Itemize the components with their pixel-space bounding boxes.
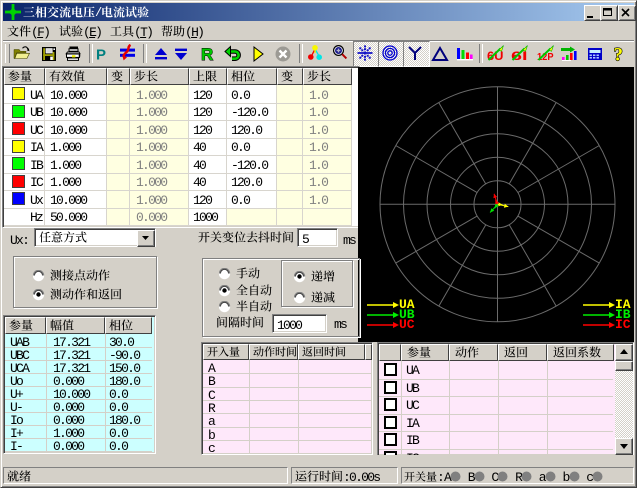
svg-text:IC: IC	[615, 317, 631, 332]
svg-text:P: P	[96, 47, 106, 64]
svg-text:R: R	[201, 45, 213, 63]
svg-text:UC: UC	[399, 317, 415, 332]
svg-text:?: ?	[614, 45, 624, 63]
